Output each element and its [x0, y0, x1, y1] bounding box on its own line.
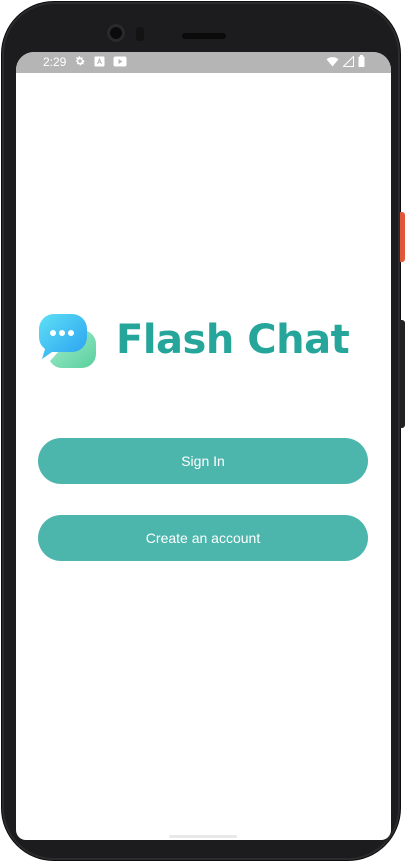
signal-icon — [342, 54, 354, 70]
chat-bubbles-icon — [38, 312, 100, 370]
app-title: Flash Chat — [116, 317, 350, 363]
create-account-button[interactable]: Create an account — [38, 515, 368, 561]
volume-button — [400, 320, 405, 428]
wifi-icon — [326, 56, 339, 70]
navigation-bar — [16, 828, 391, 846]
home-indicator[interactable] — [169, 835, 237, 838]
a-badge-icon — [94, 56, 105, 70]
earpiece-speaker — [182, 33, 226, 39]
status-time: 2:29 — [43, 55, 67, 69]
gear-icon — [74, 55, 86, 70]
system-icons — [326, 54, 365, 70]
sign-in-button[interactable]: Sign In — [38, 438, 368, 484]
notification-icons — [74, 56, 127, 69]
battery-icon — [358, 55, 365, 70]
power-button — [400, 212, 405, 262]
proximity-sensor — [136, 27, 144, 41]
front-camera — [107, 24, 125, 42]
play-icon — [113, 56, 127, 70]
status-bar: 2:29 — [16, 52, 391, 73]
app-header: Flash Chat — [38, 312, 368, 372]
app-screen: 2:29 Flash Chat Sign In Create an accoun… — [16, 52, 391, 840]
